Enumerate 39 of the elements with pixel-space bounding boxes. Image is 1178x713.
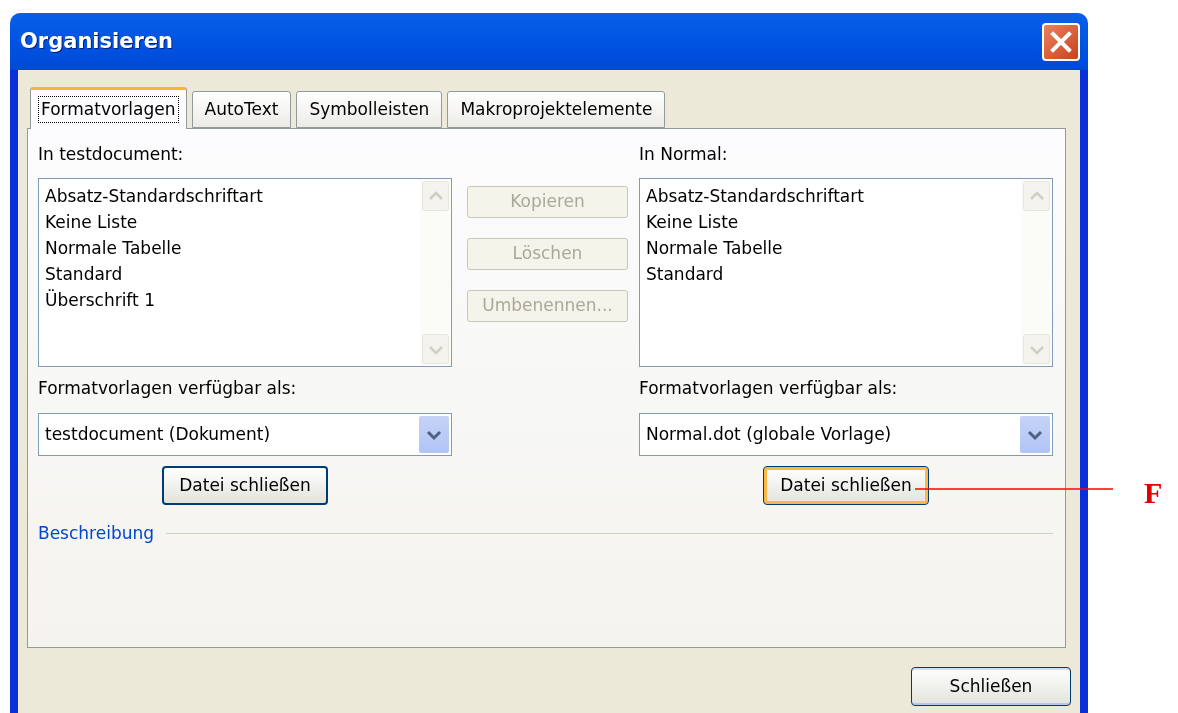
dropdown-button[interactable] xyxy=(419,416,449,453)
list-label: In testdocument: xyxy=(38,143,185,166)
close-button[interactable] xyxy=(1042,22,1080,61)
tab[interactable]: Symbolleisten xyxy=(296,91,443,128)
tab[interactable]: Makroprojektelemente xyxy=(447,91,666,128)
scrollbar[interactable] xyxy=(420,179,451,366)
chevron-down-icon xyxy=(426,428,442,441)
list-item[interactable]: Keine Liste xyxy=(45,209,138,235)
style-list[interactable]: Absatz-Standardschriftart Keine Liste Normale Tabelle Standard xyxy=(639,178,1053,367)
close-icon xyxy=(1050,30,1072,53)
list-item[interactable]: Normale Tabelle xyxy=(45,235,182,261)
close-dialog-button[interactable]: Schließen xyxy=(911,667,1071,706)
tab[interactable]: AutoText xyxy=(191,91,292,128)
field-label: Formatvorlagen verfügbar als: xyxy=(639,377,899,400)
style-list[interactable]: Absatz-Standardschriftart Keine Liste Normale Tabelle Standard Überschrift 1 xyxy=(38,178,452,367)
list-item[interactable]: Normale Tabelle xyxy=(646,235,783,261)
scroll-down-button[interactable] xyxy=(422,334,449,364)
dropdown-button[interactable] xyxy=(1020,416,1050,453)
tab[interactable]: Formatvorlagen xyxy=(30,87,187,129)
chevron-down-icon xyxy=(1027,428,1043,441)
scroll-down-button[interactable] xyxy=(1023,334,1050,364)
list-item[interactable]: Überschrift 1 xyxy=(45,287,155,313)
close-file-button[interactable]: Datei schließen xyxy=(763,466,929,505)
field-label: Formatvorlagen verfügbar als: xyxy=(38,377,298,400)
close-file-button[interactable]: Datei schließen xyxy=(162,466,328,505)
list-item[interactable]: Absatz-Standardschriftart xyxy=(45,183,263,209)
list-item[interactable]: Standard xyxy=(646,261,724,287)
dropdown-field[interactable]: Normal.dot (globale Vorlage) xyxy=(639,413,1053,456)
list-item[interactable]: Absatz-Standardschriftart xyxy=(646,183,864,209)
list-item[interactable]: Keine Liste xyxy=(646,209,739,235)
scroll-up-button[interactable] xyxy=(422,181,449,211)
section-heading: Beschreibung xyxy=(38,522,155,545)
scrollbar[interactable] xyxy=(1021,179,1052,366)
window-title: Organisieren xyxy=(20,27,174,55)
list-label: In Normal: xyxy=(639,143,729,166)
dropdown-field[interactable]: testdocument (Dokument) xyxy=(38,413,452,456)
list-item[interactable]: Standard xyxy=(45,261,123,287)
annotation-label: F xyxy=(1144,478,1163,508)
scroll-up-button[interactable] xyxy=(1023,181,1050,211)
